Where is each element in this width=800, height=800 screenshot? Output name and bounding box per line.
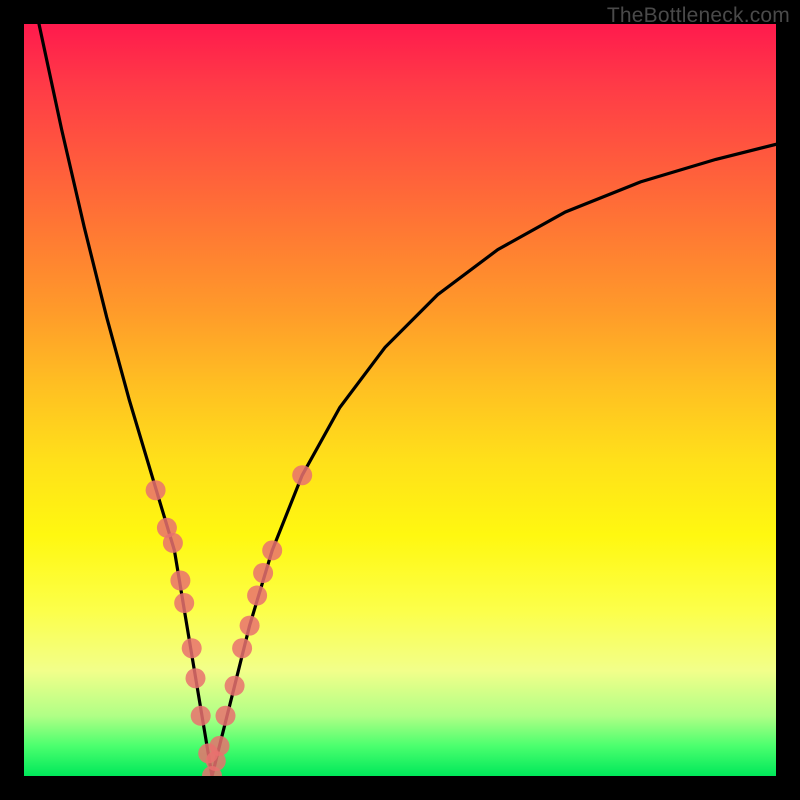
sample-dot <box>186 668 206 688</box>
sample-dot <box>247 586 267 606</box>
sample-dot <box>216 706 236 726</box>
sample-dot <box>210 736 230 756</box>
sample-dot <box>292 465 312 485</box>
sample-dot <box>170 571 190 591</box>
sample-dot <box>262 540 282 560</box>
sample-dot <box>232 638 252 658</box>
chart-frame: TheBottleneck.com <box>0 0 800 800</box>
sample-dot <box>240 616 260 636</box>
sample-dot <box>253 563 273 583</box>
bottleneck-curve <box>39 24 776 776</box>
sample-dot <box>163 533 183 553</box>
chart-svg <box>24 24 776 776</box>
watermark-text: TheBottleneck.com <box>607 4 790 28</box>
sample-dot <box>146 480 166 500</box>
sample-dot <box>182 638 202 658</box>
sample-dot <box>174 593 194 613</box>
sample-dot <box>225 676 245 696</box>
curve-layer <box>39 24 776 776</box>
sample-dot <box>191 706 211 726</box>
